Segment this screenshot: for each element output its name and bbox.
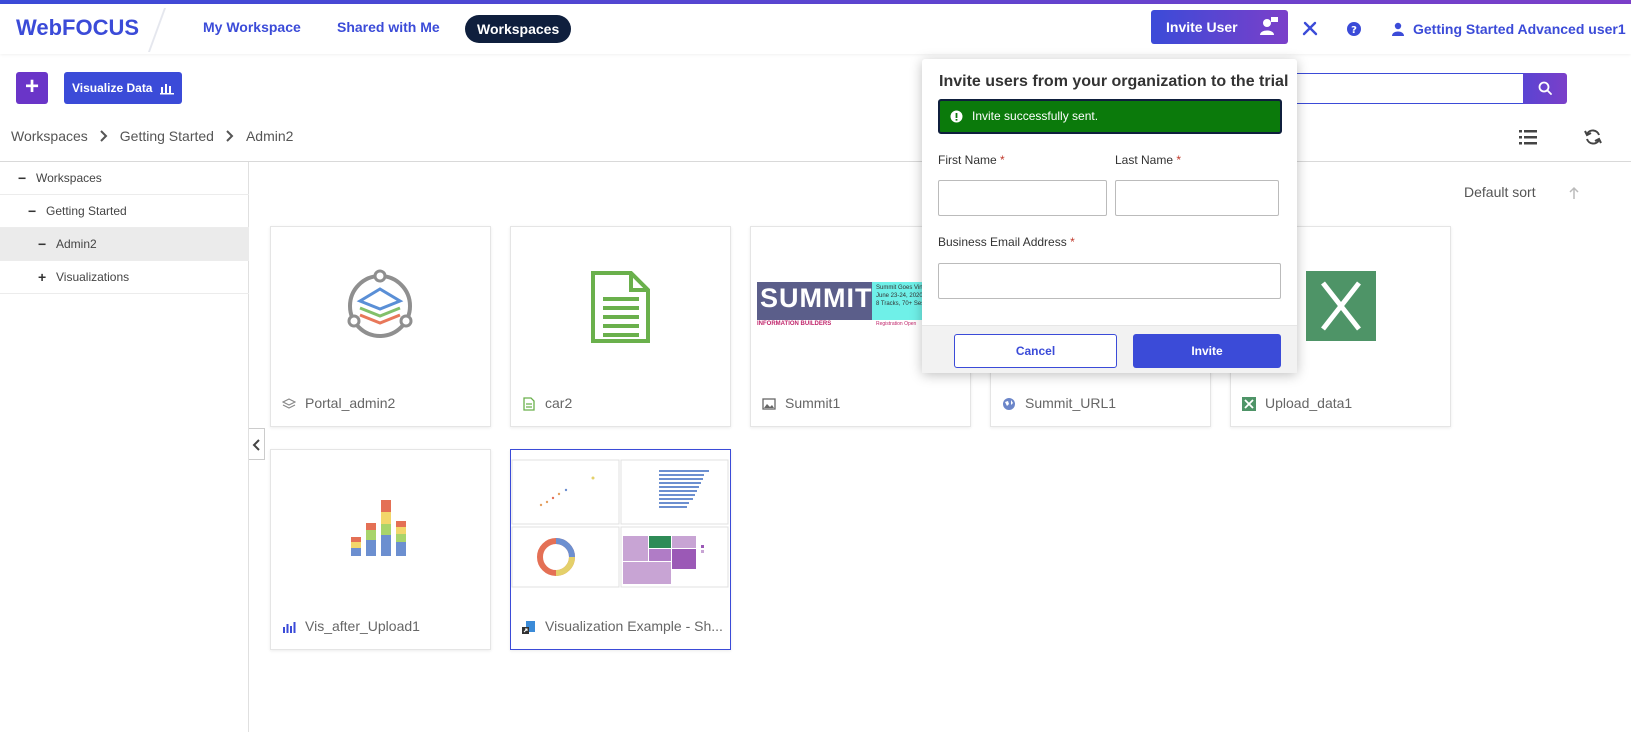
chevron-right-icon [100, 130, 108, 142]
invite-user-label: Invite User [1166, 19, 1238, 35]
image-icon [762, 398, 776, 410]
breadcrumb-workspaces[interactable]: Workspaces [11, 128, 88, 144]
card-label: Summit_URL1 [1025, 395, 1117, 411]
tree-item-label: Workspaces [36, 171, 102, 185]
alert-circle-icon [950, 110, 963, 123]
list-view-icon[interactable] [1519, 129, 1537, 145]
nav-workspaces[interactable]: Workspaces [465, 15, 572, 43]
last-name-field[interactable] [1115, 180, 1279, 216]
invite-button[interactable]: Invite [1133, 334, 1281, 368]
excel-icon [1242, 397, 1256, 411]
logo-divider [147, 8, 167, 52]
email-label: Business Email Address * [938, 235, 1075, 249]
nav-my-workspace[interactable]: My Workspace [203, 19, 301, 35]
sort-dropdown[interactable]: Default sort [1464, 184, 1536, 200]
nav-shared-with-me[interactable]: Shared with Me [337, 19, 440, 35]
chart-icon [283, 622, 296, 633]
required-marker: * [1000, 153, 1005, 167]
invite-user-button[interactable]: Invite User [1151, 10, 1288, 44]
chevron-left-icon [252, 439, 260, 451]
card-visualization-example[interactable]: Visualization Example - Sh... [510, 449, 731, 650]
search-icon [1538, 81, 1552, 95]
success-banner: Invite successfully sent. [938, 99, 1282, 134]
refresh-icon[interactable] [1584, 128, 1602, 146]
summit-line-3: 8 Tracks, 70+ Ses [876, 301, 925, 307]
tree-item-workspaces[interactable]: − Workspaces [0, 162, 249, 195]
summit-line-2: June 23-24, 2020 [876, 293, 923, 299]
breadcrumb-getting-started[interactable]: Getting Started [120, 128, 214, 144]
summit-logo-text: SUMMIT [760, 283, 873, 313]
chevron-right-icon [226, 130, 234, 142]
email-label-text: Business Email Address [938, 235, 1067, 249]
bar-chart-icon [160, 84, 174, 95]
invite-users-dialog: Invite users from your organization to t… [922, 59, 1297, 373]
document-icon [523, 397, 535, 411]
first-name-label: First Name * [938, 153, 1005, 167]
user-icon [1392, 22, 1404, 36]
required-marker: * [1070, 235, 1075, 249]
cancel-button[interactable]: Cancel [954, 334, 1117, 368]
summit-reg-text: Registration Open [876, 321, 917, 327]
tree-item-admin2[interactable]: − Admin2 [0, 228, 249, 261]
search-button[interactable] [1523, 73, 1567, 104]
success-message: Invite successfully sent. [972, 109, 1099, 123]
document-thumbnail [591, 271, 650, 343]
card-car2[interactable]: car2 [510, 226, 731, 427]
tree-item-getting-started[interactable]: − Getting Started [0, 195, 249, 228]
stacked-bar-thumbnail [351, 500, 406, 556]
card-vis-after-upload1[interactable]: Vis_after_Upload1 [270, 449, 491, 650]
summit-sub-text: INFORMATION BUILDERS [757, 321, 832, 327]
dialog-title: Invite users from your organization to t… [939, 73, 1289, 90]
webfocus-logo[interactable]: WebFOCUS [16, 15, 139, 41]
visualize-data-label: Visualize Data [72, 81, 153, 95]
first-name-field[interactable] [938, 180, 1107, 216]
portal-thumbnail [347, 269, 413, 338]
card-label: Upload_data1 [1265, 395, 1353, 411]
sort-arrow-up-icon[interactable] [1568, 186, 1580, 200]
add-button[interactable]: + [16, 72, 48, 104]
visualize-data-button[interactable]: Visualize Data [64, 72, 182, 104]
collapse-icon[interactable]: − [28, 195, 36, 228]
card-label: Summit1 [785, 395, 841, 411]
collapse-sidebar-button[interactable] [249, 428, 265, 460]
expand-icon[interactable]: + [38, 261, 46, 294]
shortcut-icon [522, 621, 535, 634]
card-label: Vis_after_Upload1 [305, 618, 420, 634]
card-label: car2 [545, 395, 573, 411]
card-portal-admin2[interactable]: Portal_admin2 [270, 226, 491, 427]
top-nav-bar: WebFOCUS My Workspace Shared with Me Wor… [0, 4, 1631, 54]
required-marker: * [1176, 153, 1182, 167]
help-icon[interactable]: ? [1346, 21, 1362, 37]
last-name-label: Last Name * [1115, 153, 1181, 167]
collapse-icon[interactable]: − [38, 228, 46, 261]
tools-icon[interactable] [1302, 21, 1318, 37]
first-name-label-text: First Name [938, 153, 997, 167]
last-name-label-text: Last Name [1115, 153, 1174, 167]
card-label: Portal_admin2 [305, 395, 396, 411]
tree-item-visualizations[interactable]: + Visualizations [0, 261, 249, 294]
user-menu[interactable]: Getting Started Advanced user1 [1413, 21, 1626, 37]
tree-item-label: Getting Started [46, 204, 127, 218]
svg-text:?: ? [1351, 25, 1357, 36]
add-user-icon [1260, 17, 1278, 35]
breadcrumb-admin2[interactable]: Admin2 [246, 128, 293, 144]
card-label: Visualization Example - Sh... [545, 618, 723, 634]
breadcrumb: Workspaces Getting Started Admin2 [11, 128, 293, 144]
tree-item-label: Visualizations [56, 270, 130, 284]
portal-icon [282, 398, 296, 409]
tree-item-label: Admin2 [56, 237, 97, 251]
globe-icon [1003, 398, 1015, 410]
email-field[interactable] [938, 263, 1281, 299]
folder-tree: − Workspaces − Getting Started − Admin2 … [0, 162, 249, 732]
search-input[interactable] [1290, 73, 1523, 104]
dashboard-thumbnail [511, 459, 729, 588]
collapse-icon[interactable]: − [18, 162, 26, 195]
